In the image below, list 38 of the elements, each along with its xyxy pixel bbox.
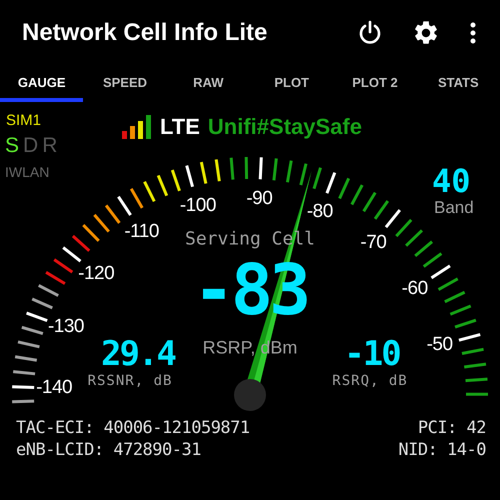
mode-indicator: D [23, 134, 38, 158]
cell-info: NID: 14-0 [398, 440, 486, 460]
scale-label: -140 [36, 377, 72, 400]
tab[interactable]: PLOT 2 [333, 66, 417, 102]
rsrq-value: -10 [344, 334, 400, 374]
sim-label: SIM1 [6, 112, 42, 129]
scale-label: -130 [48, 316, 84, 338]
rssnr-label: RSSNR, dB [88, 373, 172, 389]
cell-info: eNB-LCID: 472890-31 [16, 440, 201, 460]
power-icon [357, 20, 383, 46]
band-value: 40 [432, 162, 471, 200]
tab[interactable]: GAUGE [0, 66, 84, 102]
tab[interactable]: SPEED [83, 66, 167, 102]
rssnr-value: 29.4 [101, 334, 175, 374]
scale-label: -90 [246, 188, 272, 210]
iwlan-label: IWLAN [5, 164, 50, 180]
needle-pivot [234, 379, 266, 411]
scale-label: -70 [360, 232, 386, 254]
mode-indicator: S [5, 134, 20, 158]
more-icon [470, 22, 476, 44]
scale-label: -60 [402, 278, 428, 300]
signal-icon [122, 115, 152, 139]
mode-indicator: R [42, 134, 58, 158]
network-type: LTE [160, 114, 200, 140]
cell-info: TAC-ECI: 40006-121059871 [16, 418, 250, 438]
rsrq-label: RSRQ, dB [332, 373, 408, 389]
scale-label: -80 [306, 200, 333, 223]
app-title: Network Cell Info Lite [22, 19, 268, 47]
tab[interactable]: PLOT [250, 66, 334, 102]
scale-label: -110 [124, 220, 159, 243]
tab[interactable]: STATS [416, 66, 500, 102]
operator-name: Unifi#StaySafe [208, 114, 362, 140]
band-label: Band [434, 198, 474, 218]
scale-label: -50 [426, 334, 453, 356]
cell-info: PCI: 42 [418, 418, 486, 438]
tab[interactable]: RAW [166, 66, 250, 102]
scale-label: -120 [78, 262, 114, 285]
scale-label: -100 [180, 195, 216, 218]
